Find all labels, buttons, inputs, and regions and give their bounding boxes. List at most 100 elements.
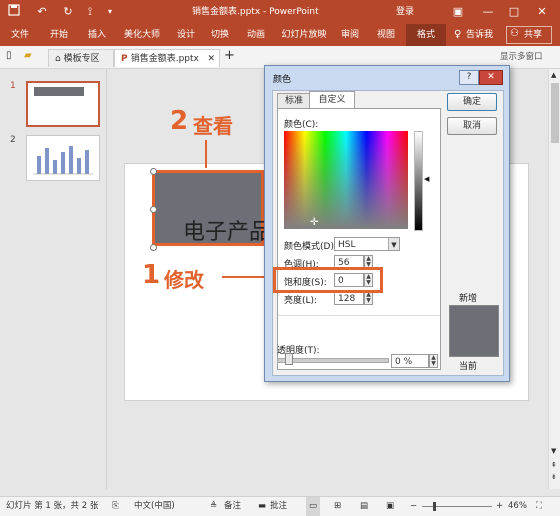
help-button[interactable]: ? xyxy=(459,70,479,85)
resize-handle[interactable] xyxy=(150,244,157,251)
ok-button[interactable]: 确定 xyxy=(447,93,497,111)
prev-slide-icon[interactable]: ⇞ xyxy=(551,461,557,469)
language-label[interactable]: 中文(中国) xyxy=(134,497,175,516)
tab-custom[interactable]: 自定义 xyxy=(309,91,355,109)
thumbnail-slide-1[interactable] xyxy=(26,81,100,127)
slideshow-icon[interactable]: ▣ xyxy=(386,497,394,516)
comments-icon: ▬ xyxy=(258,501,267,511)
zoom-slider-thumb[interactable] xyxy=(433,502,436,511)
slide-info: 幻灯片 第 1 张，共 2 张 xyxy=(6,501,99,511)
divider xyxy=(278,315,440,316)
notes-button[interactable]: 备注 xyxy=(224,497,241,516)
lightbulb-icon: ♀ xyxy=(454,29,462,40)
tab-file[interactable]: 文件 xyxy=(4,24,36,46)
show-multi-window[interactable]: 显示多窗口 xyxy=(500,50,543,62)
home-icon: ⌂ xyxy=(55,54,64,64)
scroll-thumb[interactable] xyxy=(551,83,559,143)
resize-handle[interactable] xyxy=(150,168,157,175)
zoom-out-icon[interactable]: − xyxy=(410,497,417,516)
thumbnail-pane: 1 2 xyxy=(0,69,107,489)
tab-home[interactable]: 开始 xyxy=(42,24,76,46)
slide-sorter-icon[interactable]: ⊞ xyxy=(334,497,341,516)
close-icon[interactable]: ✕ xyxy=(534,4,550,20)
thumbnail-shape xyxy=(34,87,84,96)
tab-design[interactable]: 设计 xyxy=(170,24,202,46)
maximize-icon[interactable]: □ xyxy=(506,4,522,20)
qat-dropdown-icon[interactable]: ▾ xyxy=(102,4,118,20)
annotation-step2-text: 查看 xyxy=(193,114,233,138)
login-link[interactable]: 登录 xyxy=(396,0,414,24)
save-icon[interactable] xyxy=(6,4,22,20)
tab-transitions[interactable]: 切换 xyxy=(204,24,236,46)
normal-view-icon[interactable]: ▭ xyxy=(306,497,321,516)
new-file-icon[interactable]: ▯ xyxy=(6,50,12,61)
annotation-highlight-box xyxy=(273,267,383,293)
minimize-icon[interactable]: — xyxy=(480,4,496,20)
chevron-down-icon[interactable]: ▼ xyxy=(388,238,399,250)
tab-insert[interactable]: 插入 xyxy=(80,24,114,46)
transparency-input[interactable]: 0 % xyxy=(391,354,429,368)
annotation-step1-number: 1 xyxy=(142,260,161,290)
dialog-body: 标准 自定义 颜色(C): ✛ ◀ 颜色模式(D): HSL ▼ 色调(H): … xyxy=(272,90,504,376)
tab-view[interactable]: 视图 xyxy=(370,24,402,46)
resize-handle[interactable] xyxy=(150,206,157,213)
zoom-level[interactable]: 46% xyxy=(508,497,527,516)
close-tab-icon[interactable]: ✕ xyxy=(207,50,215,68)
template-tab-label: 模板专区 xyxy=(63,54,100,64)
dialog-close-button[interactable]: ✕ xyxy=(479,70,503,85)
doc-tab-label: 销售金额表.pptx xyxy=(130,54,199,64)
luminance-stepper[interactable]: ▲ ▼ xyxy=(364,291,373,305)
current-label: 当前 xyxy=(459,362,478,372)
comments-button[interactable]: 批注 xyxy=(270,497,287,516)
tab-review[interactable]: 审阅 xyxy=(334,24,366,46)
transparency-stepper[interactable]: ▲ ▼ xyxy=(429,354,438,368)
notes-icon: ≜ xyxy=(210,501,218,511)
scroll-down-icon[interactable]: ▼ xyxy=(551,447,556,455)
slide-text[interactable]: 电子产品 xyxy=(183,214,271,246)
transparency-slider-thumb[interactable] xyxy=(285,353,293,365)
color-model-value: HSL xyxy=(338,240,356,250)
tab-format[interactable]: 格式 xyxy=(406,24,446,46)
fit-slide-icon[interactable]: ⛶ xyxy=(536,497,542,516)
color-preview-swatch xyxy=(449,305,499,357)
share-button[interactable]: ⚇ 共享 xyxy=(506,26,552,44)
transparency-slider-track[interactable] xyxy=(277,358,389,363)
reading-view-icon[interactable]: ▤ xyxy=(360,497,368,516)
tab-slideshow[interactable]: 幻灯片放映 xyxy=(278,24,330,46)
transparency-label: 透明度(T): xyxy=(277,346,320,356)
custom-tab-panel: 颜色(C): ✛ ◀ 颜色模式(D): HSL ▼ 色调(H): 56 ▲ ▼ 饱… xyxy=(277,108,441,370)
tab-beautify[interactable]: 美化大师 xyxy=(118,24,166,46)
person-icon: ⚇ xyxy=(510,28,519,39)
tell-me-input[interactable]: 告诉我 xyxy=(466,24,493,46)
annotation-step2-number: 2 xyxy=(170,106,189,136)
undo-icon[interactable]: ↶ xyxy=(34,4,50,20)
dialog-title: 颜色 xyxy=(273,75,292,85)
scroll-up-icon[interactable]: ▲ xyxy=(551,71,556,79)
add-tab-icon[interactable]: + xyxy=(224,48,235,63)
customize-icon[interactable]: ⟟ xyxy=(82,4,98,20)
cancel-button[interactable]: 取消 xyxy=(447,117,497,135)
tab-template-zone[interactable]: ⌂ 模板专区 xyxy=(48,49,114,67)
spellcheck-icon[interactable]: ⎘ xyxy=(112,497,119,516)
ribbon-display-icon[interactable]: ▣ xyxy=(450,4,466,20)
folder-icon[interactable]: ▰ xyxy=(24,50,32,61)
thumbnail-slide-2[interactable] xyxy=(26,135,100,181)
zoom-in-icon[interactable]: + xyxy=(496,497,503,516)
luminance-slider[interactable] xyxy=(414,131,423,231)
tab-animations[interactable]: 动画 xyxy=(238,24,274,46)
color-model-select[interactable]: HSL ▼ xyxy=(334,237,400,251)
luminance-input[interactable]: 128 xyxy=(334,291,364,305)
next-slide-icon[interactable]: ⇟ xyxy=(551,473,557,481)
crosshair-icon: ✛ xyxy=(310,217,319,228)
new-label: 新增 xyxy=(459,294,478,304)
annotation-step2-line xyxy=(205,140,207,168)
tab-document[interactable]: P 销售金额表.pptx ✕ xyxy=(114,49,220,67)
pptx-icon: P xyxy=(121,54,131,64)
color-spectrum[interactable]: ✛ xyxy=(284,131,408,229)
redo-icon[interactable]: ↻ xyxy=(60,4,76,20)
vertical-scrollbar[interactable]: ▲ ▼ ⇞ ⇟ xyxy=(548,69,560,489)
colors-label: 颜色(C): xyxy=(284,120,319,130)
luminance-arrow-icon[interactable]: ◀ xyxy=(424,175,429,183)
window-title: 销售金额表.pptx - PowerPoint xyxy=(192,7,319,17)
ribbon-tabs: 文件 开始 插入 美化大师 设计 切换 动画 幻灯片放映 审阅 视图 格式 ♀ … xyxy=(0,24,560,46)
